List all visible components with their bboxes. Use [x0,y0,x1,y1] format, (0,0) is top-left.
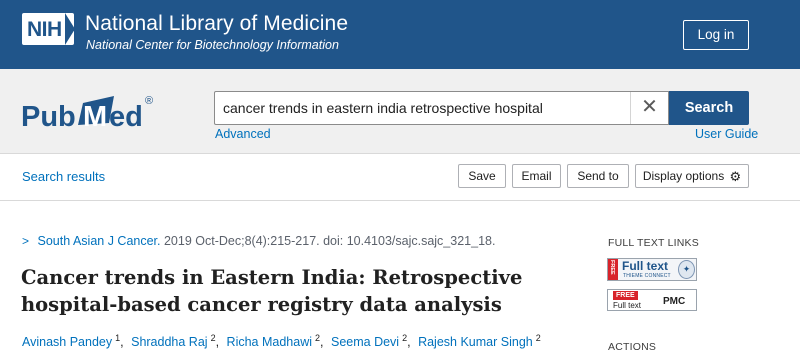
full-text-links-heading: FULL TEXT LINKS [608,237,699,249]
advanced-search-link[interactable]: Advanced [215,127,271,141]
display-options-button[interactable]: Display options ⚙ [635,164,749,188]
free-ribbon: FREE [608,259,618,280]
search-input[interactable] [223,92,633,124]
thieme-full-text-label: Full text [622,259,669,273]
search-band: Pub M ed ® ✕ Search Advanced User Guide [0,69,800,154]
display-options-label: Display options [642,169,725,183]
pubmed-logo-registered: ® [145,95,153,107]
thieme-seal-icon: ✦ [678,260,695,279]
pubmed-logo-med: M [83,101,107,133]
nlm-title[interactable]: National Library of Medicine [85,12,348,36]
thieme-full-text-link[interactable]: FREE Full text THIEME CONNECT ✦ [607,258,697,281]
search-box: ✕ [214,91,669,125]
affiliation-marker[interactable]: 2 [211,333,216,343]
gear-icon: ⚙ [729,169,742,184]
pmc-full-text-link[interactable]: FREE Full text PMC [607,289,697,311]
author-separator: , [320,335,324,349]
nih-logo-chevron [65,13,74,45]
article-title: Cancer trends in Eastern India: Retrospe… [21,266,523,316]
pmc-logo: PMC [663,296,686,307]
actions-bar: Search results Save Email Send to Displa… [0,155,800,201]
pubmed-logo[interactable]: Pub M ed ® [21,92,161,136]
pubmed-logo-pub: Pub [21,101,76,133]
email-button[interactable]: Email [512,164,561,188]
close-icon[interactable]: ✕ [630,92,668,124]
actions-heading: ACTIONS [608,341,657,353]
send-to-button[interactable]: Send to [567,164,629,188]
free-tag: FREE [613,291,638,300]
affiliation-marker[interactable]: 2 [536,333,541,343]
journal-link[interactable]: South Asian J Cancer. [38,234,161,248]
search-button[interactable]: Search [669,91,749,125]
author-link[interactable]: Avinash Pandey [22,335,112,349]
search-results-link[interactable]: Search results [22,169,105,184]
author-link[interactable]: Seema Devi [331,335,399,349]
nih-banner: NIH National Library of Medicine Nationa… [0,0,800,69]
save-button[interactable]: Save [458,164,506,188]
thieme-connect-label: THIEME CONNECT [623,273,671,279]
user-guide-link[interactable]: User Guide [695,127,758,141]
nih-logo-text: NIH [27,18,62,41]
chevron-right-icon[interactable]: > [22,234,29,248]
ncbi-subtitle: National Center for Biotechnology Inform… [86,38,339,52]
author-link[interactable]: Richa Madhawi [227,335,312,349]
pubmed-logo-ed: ed [109,101,143,133]
author-link[interactable]: Shraddha Raj [131,335,207,349]
author-list: Avinash Pandey 1, Shraddha Raj 2, Richa Ma… [22,333,541,349]
nih-logo[interactable]: NIH [22,13,74,45]
free-ribbon-text: FREE [609,260,615,275]
author-separator: , [407,335,411,349]
login-button[interactable]: Log in [683,20,749,50]
author-separator: , [120,335,124,349]
pmc-full-text-label: Full text [613,301,642,310]
author-link[interactable]: Rajesh Kumar Singh [418,335,533,349]
author-separator: , [215,335,220,349]
citation-details: 2019 Oct-Dec;8(4):215-217. doi: 10.4103/… [163,234,496,248]
citation-line: > South Asian J Cancer. 2019 Oct-Dec;8(4… [22,234,495,248]
